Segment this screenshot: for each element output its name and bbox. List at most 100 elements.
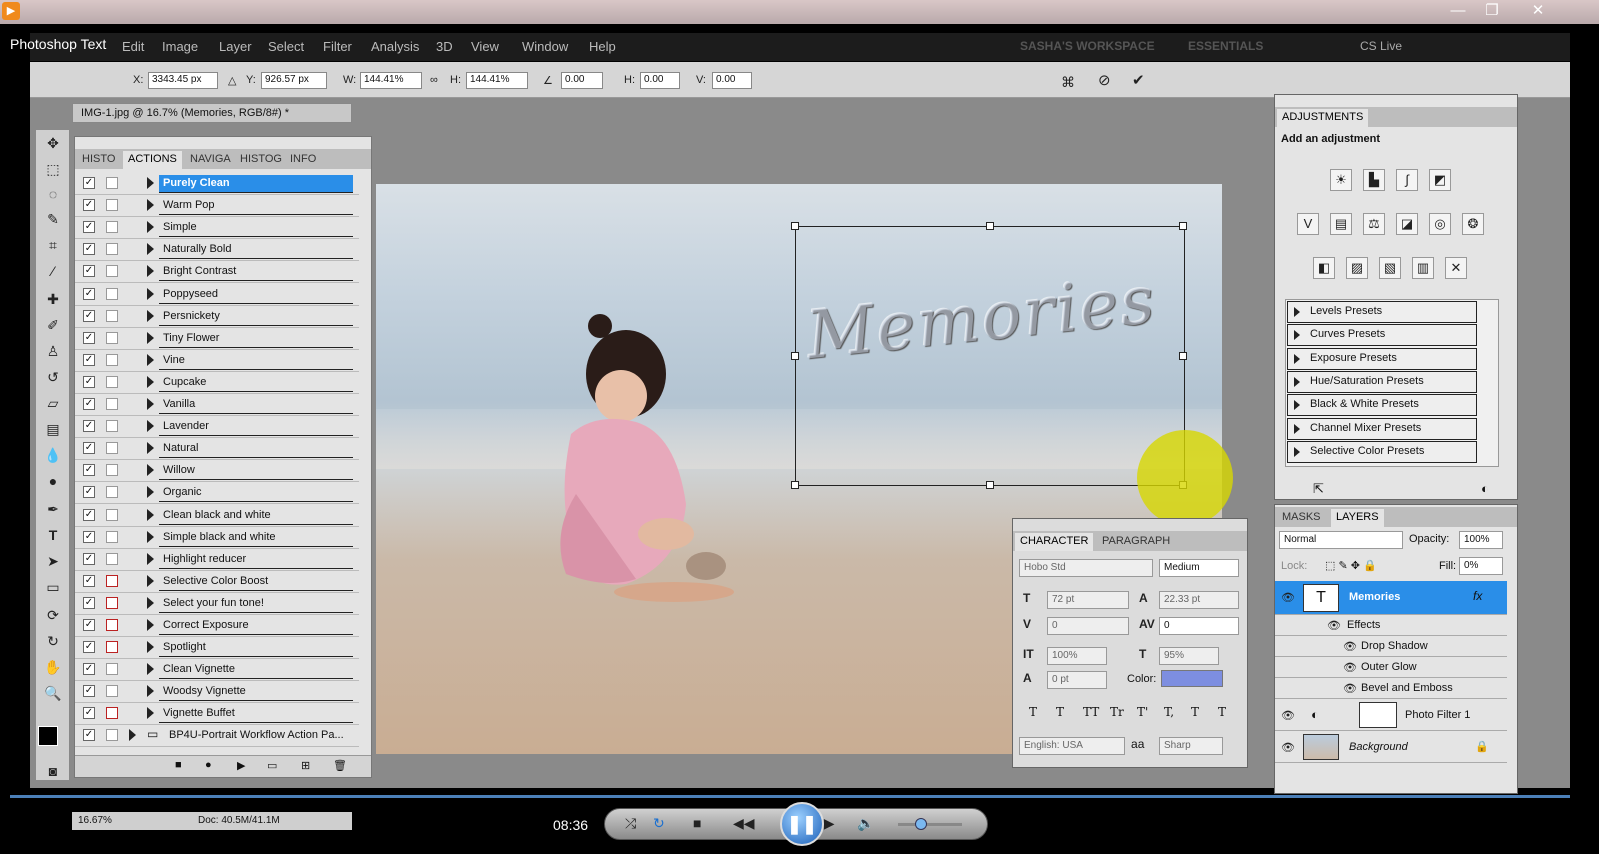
- language-select[interactable]: English: USA: [1019, 737, 1125, 755]
- quick-mask-icon[interactable]: ◙: [44, 762, 62, 780]
- action-row[interactable]: ✓ Woodsy Vignette: [75, 681, 359, 704]
- action-row[interactable]: ✓ Selective Color Boost: [75, 571, 359, 593]
- lasso-tool-icon[interactable]: ◌: [44, 185, 62, 203]
- menu-help[interactable]: Help: [589, 39, 616, 54]
- vskew-field[interactable]: 0.00: [712, 72, 752, 89]
- layer-background[interactable]: 👁 Background 🔒: [1275, 731, 1507, 763]
- action-checkbox[interactable]: ✓: [83, 331, 95, 344]
- new-set-icon[interactable]: ▭: [267, 759, 277, 772]
- vertical-scale-field[interactable]: 100%: [1047, 647, 1107, 665]
- brush-tool-icon[interactable]: ✐: [44, 316, 62, 334]
- action-row[interactable]: ✓ Vanilla: [75, 394, 359, 416]
- handle-top-right[interactable]: [1179, 222, 1187, 230]
- type-style-button[interactable]: T': [1137, 705, 1148, 719]
- tab-navigator[interactable]: NAVIGA: [185, 151, 236, 169]
- action-row[interactable]: ✓ Lavender: [75, 416, 359, 439]
- action-expand-icon[interactable]: [147, 287, 154, 300]
- action-checkbox[interactable]: ✓: [83, 375, 95, 388]
- black-white-icon[interactable]: ◪: [1396, 213, 1418, 235]
- action-dialog-toggle[interactable]: [106, 243, 118, 256]
- action-expand-icon[interactable]: [147, 398, 154, 410]
- exposure-icon[interactable]: ◩: [1429, 169, 1451, 191]
- tab-masks[interactable]: MASKS: [1277, 509, 1326, 527]
- font-size-field[interactable]: 72 pt: [1047, 591, 1129, 609]
- action-expand-icon[interactable]: [147, 309, 154, 322]
- color-balance-icon[interactable]: ⚖: [1363, 213, 1385, 235]
- action-checkbox[interactable]: ✓: [83, 685, 95, 698]
- action-set-checkbox[interactable]: ✓: [83, 729, 95, 741]
- action-dialog-toggle[interactable]: [106, 177, 118, 189]
- action-checkbox[interactable]: ✓: [83, 442, 95, 455]
- eye-icon[interactable]: 👁: [1281, 591, 1295, 604]
- delete-action-icon[interactable]: 🗑: [333, 759, 347, 772]
- action-row[interactable]: ✓ Correct Exposure: [75, 615, 359, 637]
- type-style-button[interactable]: T: [1218, 705, 1226, 719]
- action-row[interactable]: ✓ Spotlight: [75, 637, 359, 660]
- action-expand-icon[interactable]: [147, 353, 154, 366]
- action-checkbox[interactable]: ✓: [83, 398, 95, 410]
- action-checkbox[interactable]: ✓: [83, 177, 95, 189]
- pause-button[interactable]: ❚❚: [780, 802, 824, 846]
- action-dialog-toggle[interactable]: [106, 375, 118, 388]
- tab-actions[interactable]: ACTIONS: [123, 151, 182, 169]
- curves-icon[interactable]: ∫: [1396, 169, 1418, 191]
- action-checkbox[interactable]: ✓: [83, 508, 95, 521]
- warp-icon[interactable]: ⌘: [1061, 74, 1075, 91]
- action-row[interactable]: ✓ Poppyseed: [75, 284, 359, 306]
- brightness-icon[interactable]: ☀: [1330, 169, 1352, 191]
- preset-row[interactable]: Selective Color Presets: [1287, 440, 1477, 463]
- menu-view[interactable]: View: [471, 39, 499, 54]
- action-dialog-toggle[interactable]: [106, 398, 118, 410]
- healing-tool-icon[interactable]: ✚: [44, 290, 62, 308]
- previous-icon[interactable]: ◀◀: [733, 815, 755, 832]
- tab-history[interactable]: HISTO: [77, 151, 120, 169]
- posterize-icon[interactable]: ▨: [1346, 257, 1368, 279]
- action-set-dialog-toggle[interactable]: [106, 729, 118, 741]
- action-expand-icon[interactable]: [147, 508, 154, 521]
- shape-tool-icon[interactable]: ▭: [44, 578, 62, 596]
- action-row[interactable]: ✓ Clean Vignette: [75, 659, 359, 682]
- action-checkbox[interactable]: ✓: [83, 199, 95, 212]
- action-checkbox[interactable]: ✓: [83, 221, 95, 234]
- handle-bottom[interactable]: [986, 481, 994, 489]
- type-tool-icon[interactable]: T: [44, 526, 62, 544]
- eyedropper-tool-icon[interactable]: ⁄: [44, 262, 62, 280]
- action-checkbox[interactable]: ✓: [83, 663, 95, 676]
- lock-icons[interactable]: ⬚ ✎ ✥ 🔒: [1325, 559, 1377, 572]
- tracking-field[interactable]: 0: [1159, 617, 1239, 635]
- action-checkbox[interactable]: ✓: [83, 596, 95, 609]
- action-row[interactable]: ✓ Vignette Buffet: [75, 703, 359, 726]
- eye-icon[interactable]: 👁: [1327, 619, 1341, 632]
- layer-effects-row[interactable]: 👁 Effects: [1275, 615, 1507, 636]
- action-row[interactable]: ✓ Cupcake: [75, 372, 359, 394]
- layer-photo-filter[interactable]: 👁 ◐ Photo Filter 1: [1275, 699, 1507, 731]
- transform-bounding-box[interactable]: [791, 222, 1187, 489]
- menu-filter[interactable]: Filter: [323, 39, 352, 54]
- blur-tool-icon[interactable]: 💧: [44, 446, 62, 464]
- action-dialog-toggle[interactable]: [106, 530, 118, 543]
- layer-effect-outer-glow[interactable]: 👁 Outer Glow: [1275, 657, 1507, 678]
- blend-mode-select[interactable]: Normal: [1279, 531, 1403, 549]
- preset-row[interactable]: Black & White Presets: [1287, 394, 1477, 417]
- history-brush-icon[interactable]: ↺: [44, 368, 62, 386]
- action-checkbox[interactable]: ✓: [83, 309, 95, 322]
- action-dialog-toggle[interactable]: [106, 309, 118, 322]
- action-row[interactable]: ✓ Naturally Bold: [75, 239, 359, 262]
- action-row[interactable]: ✓ Warm Pop: [75, 195, 359, 218]
- stop-recording-icon[interactable]: ■: [175, 759, 182, 771]
- action-expand-icon[interactable]: [147, 331, 154, 344]
- tab-layers[interactable]: LAYERS: [1331, 509, 1384, 527]
- action-row[interactable]: ✓ Vine: [75, 350, 359, 372]
- type-style-button[interactable]: T: [1056, 705, 1064, 719]
- action-dialog-toggle[interactable]: [106, 707, 118, 720]
- menu-3d[interactable]: 3D: [436, 39, 453, 54]
- action-expand-icon[interactable]: [147, 442, 154, 455]
- action-set-expand-icon[interactable]: [129, 729, 136, 741]
- action-checkbox[interactable]: ✓: [83, 641, 95, 654]
- return-icon[interactable]: ⇱: [1313, 481, 1324, 497]
- action-dialog-toggle[interactable]: [106, 619, 118, 631]
- kerning-field[interactable]: 0: [1047, 617, 1129, 635]
- action-expand-icon[interactable]: [147, 243, 154, 256]
- cancel-transform-icon[interactable]: ⊘: [1098, 71, 1111, 89]
- stamp-tool-icon[interactable]: ♙: [44, 342, 62, 360]
